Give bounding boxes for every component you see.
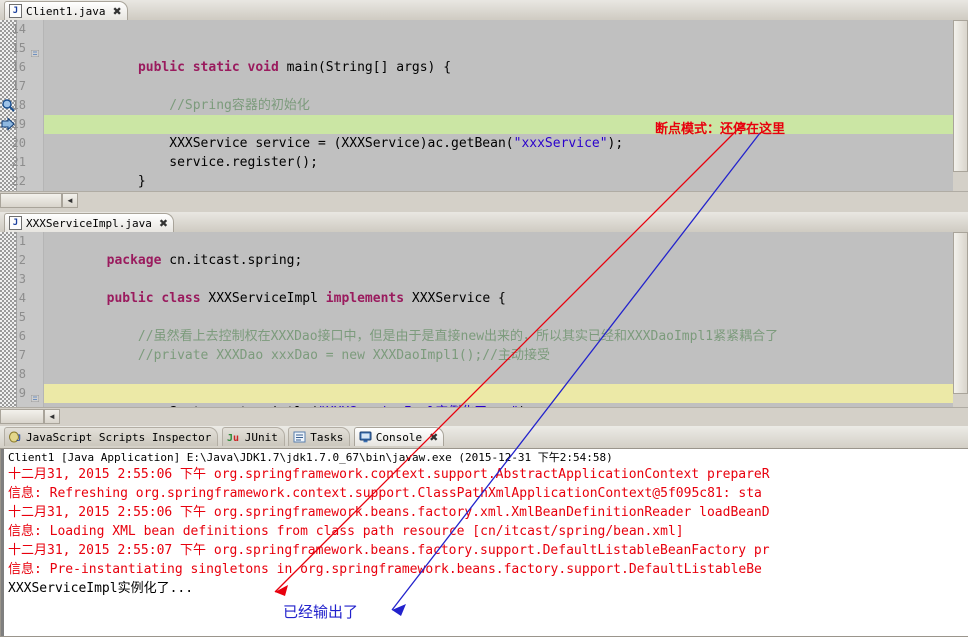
tab-label: XXXServiceImpl.java (26, 216, 152, 230)
editor1-body[interactable]: 14 15 16 17 18 19 20 21 22 public static… (0, 20, 968, 191)
line-number: 6 (18, 329, 26, 343)
close-icon[interactable]: ✖ (112, 5, 121, 18)
console-panel: J JavaScript Scripts Inspector J u JUnit (0, 426, 968, 637)
debug-arrow-icon[interactable] (1, 117, 15, 131)
close-icon[interactable]: ✖ (429, 431, 438, 444)
console-line: 信息: Loading XML bean definitions from cl… (8, 524, 684, 539)
scrollbar-thumb[interactable] (0, 193, 62, 208)
scrollbar-thumb[interactable] (953, 20, 968, 172)
editor1-tabstrip: J Client1.java ✖ (0, 0, 968, 20)
tab-label: JavaScript Scripts Inspector (26, 430, 212, 444)
editor2-vertical-scrollbar[interactable] (953, 232, 968, 407)
tab-console[interactable]: Console ✖ (353, 427, 445, 446)
console-header-line: Client1 [Java Application] E:\Java\JDK1.… (8, 451, 613, 464)
fold-collapse-icon[interactable] (30, 391, 40, 403)
console-output[interactable]: Client1 [Java Application] E:\Java\JDK1.… (0, 448, 968, 637)
editor-pane-client1: J Client1.java ✖ 14 15 16 17 18 19 20 21… (0, 0, 968, 208)
code-line: ApplicationContext ac = new ClassPathXml… (44, 96, 968, 132)
console-line: 十二月31, 2015 2:55:06 下午 org.springframewo… (8, 505, 770, 520)
tab-label: Console (375, 430, 423, 444)
console-tabstrip: J JavaScript Scripts Inspector J u JUnit (0, 426, 968, 448)
editor2-horizontal-scrollbar[interactable]: ◄ (0, 407, 968, 424)
tab-xxxserviceimpl-java[interactable]: J XXXServiceImpl.java ✖ (4, 213, 175, 232)
javascript-inspector-icon: J (9, 431, 22, 444)
scroll-left-arrow-icon[interactable]: ◄ (62, 193, 78, 208)
line-number: 15 (11, 41, 26, 55)
code-line-current: XXXService service = (XXXService)ac.getB… (44, 115, 968, 151)
svg-text:J: J (16, 434, 21, 443)
tab-tasks[interactable]: Tasks (288, 427, 351, 446)
console-icon (359, 431, 372, 443)
annotation-breakpoint-note: 断点模式：还停在这里 (655, 122, 786, 137)
line-number: 3 (18, 272, 26, 286)
code-line: public class XXXServiceImpl implements X… (106, 291, 506, 306)
console-line: 信息: Refreshing org.springframework.conte… (8, 486, 762, 501)
line-number: 2 (18, 253, 26, 267)
console-line: 十二月31, 2015 2:55:07 下午 org.springframewo… (8, 543, 770, 558)
scrollbar-thumb[interactable] (953, 232, 968, 394)
tasks-icon (293, 431, 306, 443)
line-number: 1 (18, 234, 26, 248)
tab-javascript-scripts-inspector[interactable]: J JavaScript Scripts Inspector (4, 427, 219, 446)
console-line: 十二月31, 2015 2:55:06 下午 org.springframewo… (8, 467, 770, 482)
line-number: 20 (11, 136, 26, 150)
code-line: //Spring容器的初始化 (106, 98, 310, 113)
scroll-left-arrow-icon[interactable]: ◄ (44, 409, 60, 424)
junit-icon: J u (227, 431, 241, 444)
line-number: 4 (18, 291, 26, 305)
tab-label: Tasks (310, 430, 344, 444)
code-line: public XXXServiceImpl(){ (44, 365, 968, 401)
line-number: 5 (18, 310, 26, 324)
line-number: 9 (18, 386, 26, 400)
line-number: 17 (11, 79, 26, 93)
debug-current-frame-icon[interactable] (1, 98, 15, 112)
editor2-code[interactable]: package cn.itcast.spring; public class X… (44, 232, 968, 407)
tab-client1-java[interactable]: J Client1.java ✖ (4, 1, 128, 20)
scrollbar-thumb[interactable] (0, 409, 44, 424)
console-line: 信息: Pre-instantiating singletons in org.… (8, 562, 762, 577)
code-line-highlighted: System.out.println("XXXServiceImpl实例化了..… (44, 384, 968, 407)
annotation-output-note: 已经输出了 (283, 603, 359, 621)
svg-text:u: u (233, 433, 239, 443)
editor-pane-xxxserviceimpl: J XXXServiceImpl.java ✖ 1 2 3 4 5 6 7 8 … (0, 212, 968, 424)
tab-label: Client1.java (26, 4, 106, 18)
editor2-body[interactable]: 1 2 3 4 5 6 7 8 9 package cn.itcast.spri… (0, 232, 968, 407)
code-line: } (106, 174, 146, 189)
close-icon[interactable]: ✖ (159, 217, 168, 230)
tab-label: JUnit (244, 430, 278, 444)
console-left-bar (1, 449, 4, 636)
fold-collapse-icon[interactable] (30, 46, 40, 58)
editor1-horizontal-scrollbar[interactable]: ◄ (0, 191, 968, 208)
console-line-stdout: XXXServiceImpl实例化了... (8, 581, 194, 596)
line-number: 8 (18, 367, 26, 381)
code-line: //虽然看上去控制权在XXXDao接口中，但是由于是直接new出来的，所以其实已… (106, 329, 779, 344)
editor1-code[interactable]: public static void main(String[] args) {… (44, 20, 968, 191)
code-line: //private XXXDao xxxDao = new XXXDaoImpl… (106, 348, 550, 363)
tab-junit[interactable]: J u JUnit (221, 427, 285, 446)
code-line: public static void main(String[] args) { (137, 60, 452, 75)
line-number: 21 (11, 155, 26, 169)
line-number: 22 (11, 174, 26, 188)
line-number: 14 (11, 22, 26, 36)
java-file-icon: J (9, 4, 22, 18)
line-number: 7 (18, 348, 26, 362)
code-line: service.register(); (106, 155, 318, 170)
code-line: package cn.itcast.spring; (106, 253, 303, 268)
editor1-vertical-scrollbar[interactable] (953, 20, 968, 191)
editor2-tabstrip: J XXXServiceImpl.java ✖ (0, 212, 968, 232)
line-number: 16 (11, 60, 26, 74)
java-file-icon: J (9, 216, 22, 230)
